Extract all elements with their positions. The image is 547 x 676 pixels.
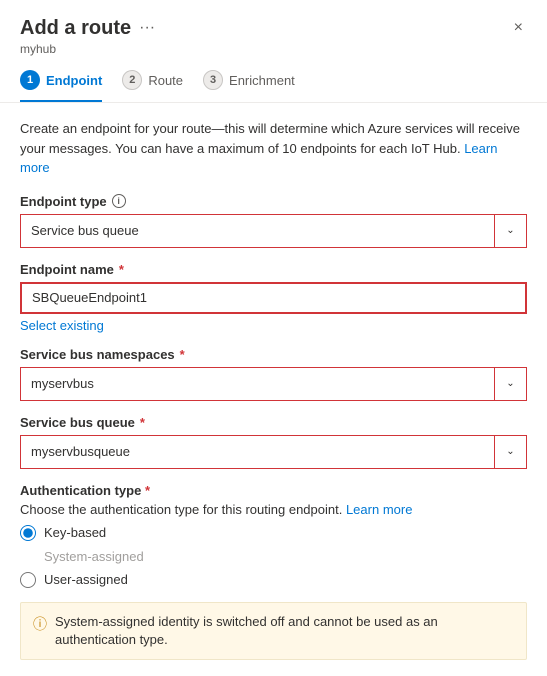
radio-system-assigned-label: System-assigned xyxy=(44,549,144,564)
authentication-radio-group: Key-based System-assigned User-assigned xyxy=(20,525,527,588)
wizard-step-enrichment[interactable]: 3 Enrichment xyxy=(203,70,295,102)
endpoint-type-info-icon[interactable]: i xyxy=(112,194,126,208)
info-box-icon: ⓘ xyxy=(33,614,47,634)
step-label-enrichment: Enrichment xyxy=(229,73,295,88)
radio-key-based-input[interactable] xyxy=(20,525,36,541)
service-bus-namespaces-dropdown-wrapper: myservbus ⌄ xyxy=(20,367,527,401)
endpoint-name-required: * xyxy=(119,262,124,277)
authentication-type-required: * xyxy=(145,483,150,498)
radio-key-based: Key-based xyxy=(20,525,527,541)
info-box-text: System-assigned identity is switched off… xyxy=(55,613,514,649)
endpoint-name-group: Endpoint name * Select existing xyxy=(20,262,527,333)
endpoint-type-select[interactable]: Service bus queue Service bus topic Even… xyxy=(21,215,526,247)
panel-title: Add a route xyxy=(20,17,131,40)
wizard-step-route[interactable]: 2 Route xyxy=(122,70,183,102)
endpoint-name-label: Endpoint name * xyxy=(20,262,527,277)
step-circle-1: 1 xyxy=(20,70,40,90)
service-bus-namespaces-group: Service bus namespaces * myservbus ⌄ xyxy=(20,347,527,401)
panel-body: Create an endpoint for your route—this w… xyxy=(0,103,547,676)
service-bus-queue-required: * xyxy=(140,415,145,430)
endpoint-type-dropdown-wrapper: Service bus queue Service bus topic Even… xyxy=(20,214,527,248)
step-circle-2: 2 xyxy=(122,70,142,90)
close-button[interactable]: × xyxy=(510,16,527,40)
service-bus-namespaces-required: * xyxy=(180,347,185,362)
radio-user-assigned-input[interactable] xyxy=(20,572,36,588)
endpoint-type-label: Endpoint type i xyxy=(20,194,527,209)
radio-user-assigned: User-assigned xyxy=(20,572,527,588)
panel-ellipsis-button[interactable]: ··· xyxy=(139,19,155,37)
panel-header: Add a route ··· × myhub 1 Endpoint 2 Rou… xyxy=(0,0,547,102)
wizard-steps: 1 Endpoint 2 Route 3 Enrichment xyxy=(20,70,527,102)
description-text: Create an endpoint for your route—this w… xyxy=(20,119,527,178)
step-circle-3: 3 xyxy=(203,70,223,90)
service-bus-queue-dropdown-wrapper: myservbusqueue ⌄ xyxy=(20,435,527,469)
service-bus-queue-group: Service bus queue * myservbusqueue ⌄ xyxy=(20,415,527,469)
service-bus-queue-select[interactable]: myservbusqueue xyxy=(21,436,526,468)
step-label-endpoint: Endpoint xyxy=(46,73,102,88)
panel-subtitle: myhub xyxy=(20,42,527,56)
service-bus-namespaces-select[interactable]: myservbus xyxy=(21,368,526,400)
authentication-type-label: Authentication type * xyxy=(20,483,527,498)
radio-key-based-label: Key-based xyxy=(44,525,106,540)
authentication-type-desc: Choose the authentication type for this … xyxy=(20,502,527,517)
title-area: Add a route ··· xyxy=(20,17,155,40)
authentication-type-group: Authentication type * Choose the authent… xyxy=(20,483,527,588)
radio-system-assigned: System-assigned xyxy=(20,549,527,564)
select-existing-link[interactable]: Select existing xyxy=(20,318,104,333)
service-bus-queue-label: Service bus queue * xyxy=(20,415,527,430)
endpoint-name-input[interactable] xyxy=(20,282,527,314)
auth-learn-more-link[interactable]: Learn more xyxy=(346,502,412,517)
info-box: ⓘ System-assigned identity is switched o… xyxy=(20,602,527,660)
service-bus-namespaces-label: Service bus namespaces * xyxy=(20,347,527,362)
wizard-step-endpoint[interactable]: 1 Endpoint xyxy=(20,70,102,102)
endpoint-type-group: Endpoint type i Service bus queue Servic… xyxy=(20,194,527,248)
add-route-panel: Add a route ··· × myhub 1 Endpoint 2 Rou… xyxy=(0,0,547,676)
radio-user-assigned-label: User-assigned xyxy=(44,572,128,587)
step-label-route: Route xyxy=(148,73,183,88)
